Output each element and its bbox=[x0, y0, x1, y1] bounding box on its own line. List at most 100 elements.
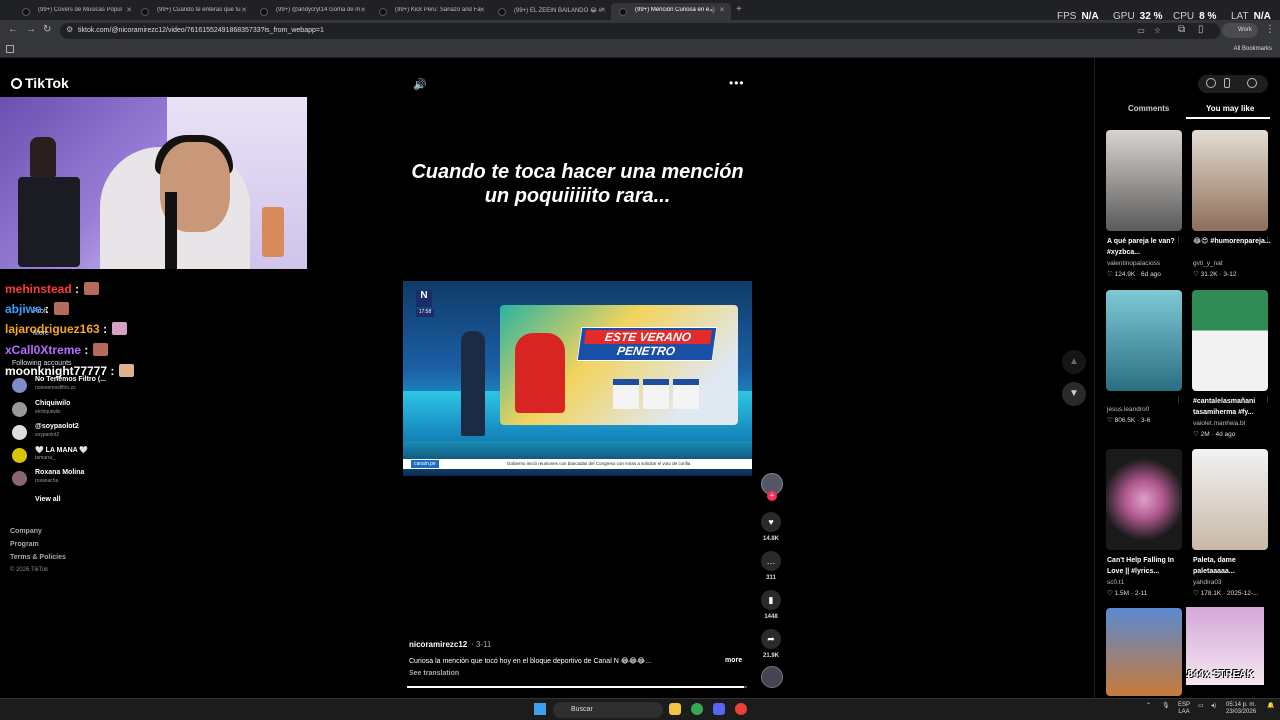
volume-icon[interactable]: 🔊 bbox=[413, 78, 427, 91]
browser-tab[interactable]: (99+) EL ZEEIN BAILANDO 😂 # ✕ bbox=[490, 3, 612, 20]
new-tab-button[interactable]: + bbox=[736, 4, 742, 15]
thumbnail-stats: ♡ 1.5M · 2-11 bbox=[1107, 590, 1148, 597]
sidepanel-icon[interactable]: ▯ bbox=[1198, 24, 1204, 35]
taskbar-search[interactable]: Buscar bbox=[553, 702, 663, 718]
kebab-icon[interactable]: ⋮ bbox=[1175, 236, 1182, 244]
follow-plus-icon[interactable]: + bbox=[767, 491, 777, 501]
tab-comments[interactable]: Comments bbox=[1128, 104, 1169, 113]
close-tab-icon[interactable]: ✕ bbox=[600, 6, 606, 14]
thumbnail-caption[interactable]: Can't Help Falling In Love || #lyrics... bbox=[1107, 555, 1185, 577]
chrome-active-icon[interactable] bbox=[735, 703, 747, 715]
speaker-icon[interactable]: ◂) bbox=[709, 6, 715, 14]
close-tab-icon[interactable]: ✕ bbox=[719, 6, 725, 14]
streak-overlay: 2844x STREAK bbox=[1186, 607, 1264, 685]
menu-icon[interactable]: ⋮ bbox=[1265, 24, 1275, 35]
profile-button[interactable]: Work bbox=[1222, 23, 1258, 38]
share-count: 21.9K bbox=[762, 653, 779, 659]
forward-icon[interactable]: → bbox=[26, 24, 36, 35]
thumbnail-caption[interactable]: #cantalelasmañani tasamiherma #fy... bbox=[1193, 396, 1271, 418]
thumbnail-user[interactable]: jesus.leandro0 bbox=[1107, 406, 1149, 413]
file-explorer-icon[interactable] bbox=[669, 703, 681, 715]
mic-tray-icon[interactable]: 🎙 bbox=[1162, 703, 1170, 710]
bookmark-icon[interactable]: ▮ bbox=[761, 590, 781, 610]
save-action[interactable]: ▮ 1448 bbox=[760, 590, 782, 620]
video-author[interactable]: nicoramirezc12 · 3-11 bbox=[409, 640, 491, 649]
compass-icon[interactable] bbox=[1206, 78, 1216, 88]
thumbnail-caption[interactable]: A qué pareja le van? #xyzbca... bbox=[1107, 236, 1185, 258]
thumbnail-user[interactable]: yahdira03 bbox=[1193, 579, 1222, 586]
browser-tab[interactable]: (99+) @andycryt14 Goma de m ✕ bbox=[252, 3, 372, 20]
video-thumbnail[interactable] bbox=[1192, 130, 1268, 231]
close-tab-icon[interactable]: ✕ bbox=[360, 6, 366, 14]
previous-video-icon[interactable]: ▲ bbox=[1062, 350, 1086, 374]
thumbnail-user[interactable]: gvti_y_nat bbox=[1193, 260, 1223, 267]
video-thumbnail[interactable] bbox=[1106, 130, 1182, 231]
video-thumbnail[interactable] bbox=[1106, 608, 1182, 696]
url-field[interactable]: ⚙ tiktok.com/@nicoramirezc12/video/76161… bbox=[60, 23, 1220, 39]
more-options-icon[interactable]: ••• bbox=[729, 76, 745, 90]
next-video-icon[interactable]: ▼ bbox=[1062, 382, 1086, 406]
bookmark-star-icon[interactable]: ▭☆ bbox=[1137, 26, 1170, 35]
browser-tab[interactable]: (99+) Covers de Músicas Popul ✕ bbox=[14, 3, 138, 20]
chat-message: lajarodriguez163 : bbox=[5, 322, 128, 336]
thumbnail-user[interactable]: vaiolet.manhwa.bl bbox=[1193, 420, 1245, 427]
sound-avatar[interactable] bbox=[761, 666, 783, 688]
reload-icon[interactable]: ↻ bbox=[43, 24, 51, 35]
network-icon[interactable]: ▭ bbox=[1198, 703, 1204, 710]
close-tab-icon[interactable]: ✕ bbox=[126, 6, 132, 14]
apps-grid-icon[interactable] bbox=[6, 45, 14, 53]
nav-more-label[interactable]: More bbox=[33, 330, 49, 337]
language-indicator[interactable]: ESP LAA bbox=[1178, 702, 1190, 716]
notifications-icon[interactable]: 🔔 bbox=[1267, 703, 1274, 710]
share-action[interactable]: ➦ 21.9K bbox=[760, 629, 782, 659]
footer-company-link[interactable]: Company bbox=[10, 528, 42, 535]
video-thumbnail[interactable] bbox=[1106, 290, 1182, 391]
video-clip[interactable]: ESTE VERANO PENETRO N 17:58 canaln.pe Go… bbox=[403, 281, 752, 476]
thumbnail-caption[interactable]: Paleta, dame paletaaaaa... bbox=[1193, 555, 1271, 577]
windows-start-icon[interactable] bbox=[534, 703, 546, 715]
footer-program-link[interactable]: Program bbox=[10, 541, 39, 548]
webcam-overlay bbox=[0, 97, 307, 269]
footer-terms-link[interactable]: Terms & Policies bbox=[10, 554, 66, 561]
kebab-icon[interactable]: ⋮ bbox=[1264, 396, 1271, 404]
video-description: Curiosa la mención que tocó hoy en el bl… bbox=[409, 658, 652, 665]
video-thumbnail[interactable] bbox=[1192, 290, 1268, 391]
thumbnail-user[interactable]: sc0.t1 bbox=[1107, 579, 1124, 586]
like-action[interactable]: ♥ 14.8K bbox=[760, 512, 782, 542]
video-thumbnail[interactable] bbox=[1192, 449, 1268, 550]
clock[interactable]: 05:14 p. m. 23/03/2026 bbox=[1226, 702, 1256, 716]
avatar bbox=[12, 425, 27, 440]
browser-tab[interactable]: (99+) Kick Peru: Sanazo and Fa ✕ bbox=[371, 3, 491, 20]
phone-icon[interactable] bbox=[1224, 78, 1230, 88]
kebab-icon[interactable]: ⋮ bbox=[1175, 396, 1182, 404]
volume-tray-icon[interactable]: ◂) bbox=[1211, 703, 1216, 710]
close-tab-icon[interactable]: ✕ bbox=[241, 6, 247, 14]
tab-you-may-like[interactable]: You may like bbox=[1206, 104, 1254, 113]
close-tab-icon[interactable]: ✕ bbox=[479, 6, 485, 14]
tiktok-logo[interactable]: TikTok bbox=[11, 75, 69, 91]
chat-user: mehinstead bbox=[5, 282, 72, 296]
discord-icon[interactable] bbox=[713, 703, 725, 715]
comment-action[interactable]: … 311 bbox=[760, 551, 782, 581]
kebab-icon[interactable]: ⋮ bbox=[1264, 236, 1271, 244]
extensions-icon[interactable]: ⧉ bbox=[1178, 24, 1185, 35]
thumbnail-caption[interactable]: 😂😍 #humorenpareja... bbox=[1193, 236, 1271, 247]
browser-tab-active[interactable]: (99+) Mención Curiosa en e ◂) ✕ bbox=[611, 3, 731, 20]
site-info-icon[interactable]: ⚙ bbox=[66, 25, 73, 34]
browser-tab[interactable]: (99+) Cuando te enteras que tu ✕ bbox=[133, 3, 253, 20]
heart-icon[interactable]: ♥ bbox=[761, 512, 781, 532]
all-bookmarks-button[interactable]: All Bookmarks bbox=[1234, 46, 1272, 52]
video-thumbnail[interactable] bbox=[1106, 449, 1182, 550]
tiktok-favicon-icon bbox=[379, 8, 387, 16]
more-link[interactable]: more bbox=[725, 657, 742, 664]
see-translation-link[interactable]: See translation bbox=[409, 670, 459, 677]
tray-chevron-icon[interactable]: ⌃ bbox=[1146, 703, 1151, 710]
video-progress-bar[interactable] bbox=[407, 686, 747, 688]
chrome-icon[interactable] bbox=[691, 703, 703, 715]
thumbnail-user[interactable]: valentinopalacioss bbox=[1107, 260, 1160, 267]
comment-icon[interactable]: … bbox=[761, 551, 781, 571]
share-icon[interactable]: ➦ bbox=[761, 629, 781, 649]
clip-time: 17:58 bbox=[416, 309, 434, 317]
back-icon[interactable]: ← bbox=[8, 24, 18, 35]
menu-lines-icon[interactable] bbox=[1247, 78, 1257, 88]
